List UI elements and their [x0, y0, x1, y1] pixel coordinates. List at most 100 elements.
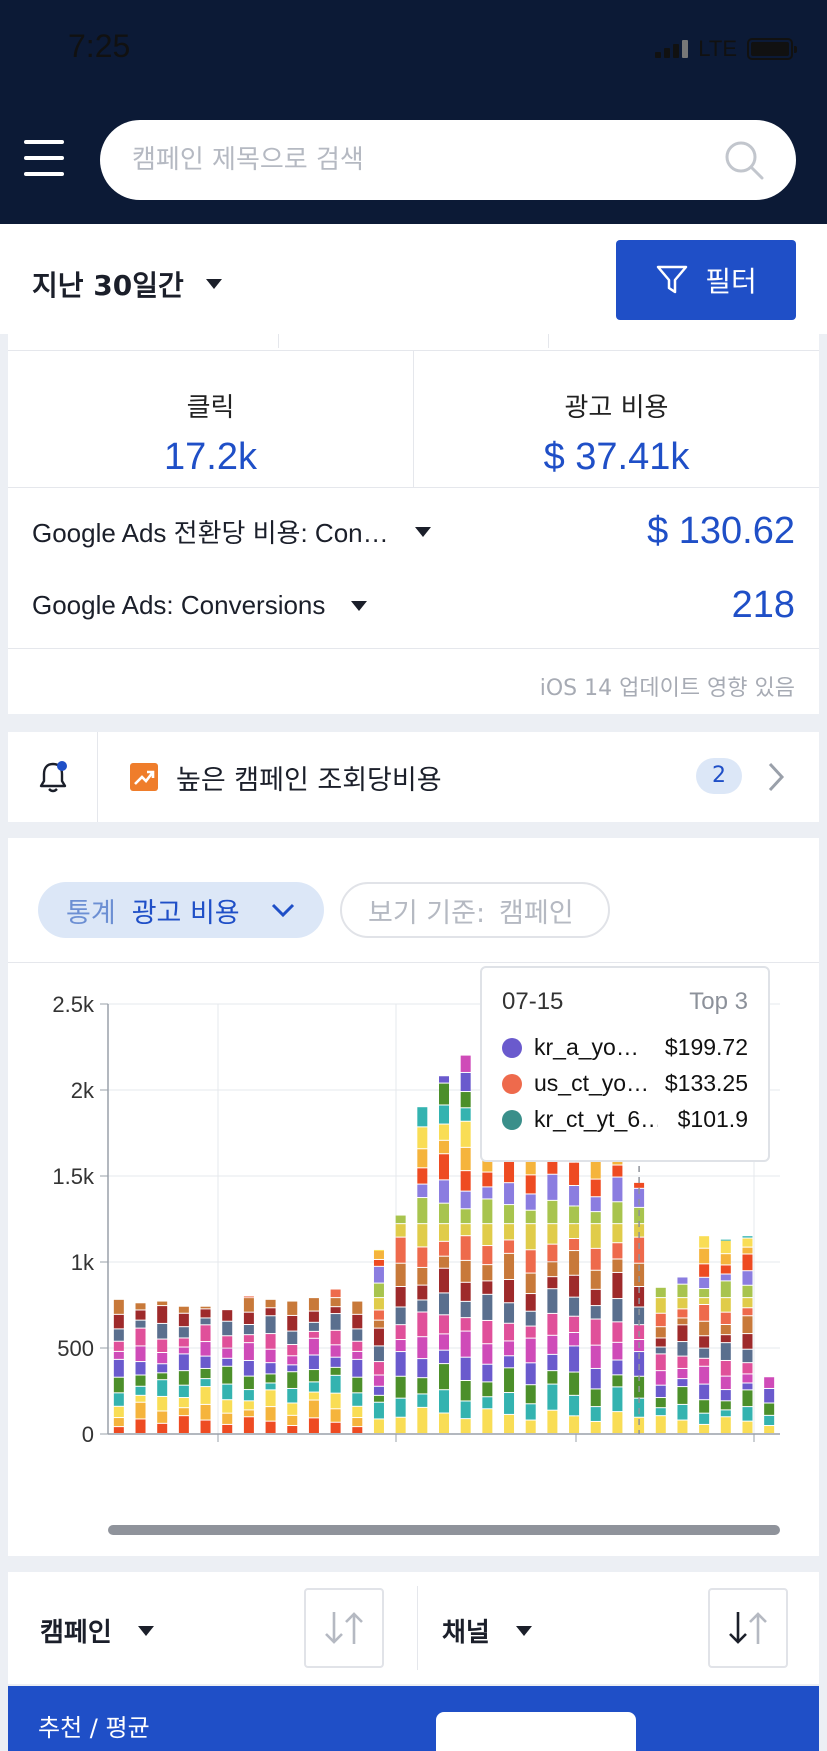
bar-segment [178, 1371, 189, 1385]
bar-segment [460, 1191, 471, 1209]
bar-segment [569, 1332, 580, 1346]
notification-button[interactable] [8, 732, 98, 822]
view-by-dropdown[interactable]: 보기 기준: 캠페인 [340, 882, 610, 938]
bar-segment [373, 1298, 384, 1310]
bar-segment [655, 1313, 666, 1327]
bar-segment [417, 1149, 428, 1168]
bar-segment [308, 1355, 319, 1370]
campaign-column-dropdown[interactable]: 캠페인 [40, 1612, 154, 1649]
y-tick-label: 1.5k [52, 1164, 95, 1189]
bar-segment [373, 1328, 384, 1346]
bar-segment [590, 1421, 601, 1433]
bar-segment [742, 1421, 753, 1433]
bar-segment [287, 1315, 298, 1331]
bar-segment [178, 1327, 189, 1338]
stat-dropdown[interactable]: 통계 광고 비용 [38, 882, 324, 938]
bar-segment [287, 1356, 298, 1365]
bar-segment [590, 1197, 601, 1212]
bar-segment [699, 1336, 710, 1348]
search-icon[interactable] [722, 138, 766, 182]
chevron-right-icon[interactable] [766, 760, 786, 794]
bar-segment [373, 1266, 384, 1283]
bar-segment [699, 1277, 710, 1289]
tooltip-row-value: $199.72 [664, 1034, 748, 1060]
bar-segment [677, 1284, 688, 1298]
bar-segment [655, 1416, 666, 1433]
metric-value: 17.2k [164, 436, 257, 478]
bar-segment [395, 1417, 406, 1433]
metric-label: 클릭 [186, 393, 235, 423]
bar-segment [590, 1248, 601, 1270]
bar-segment [222, 1400, 233, 1413]
search-bar[interactable] [100, 120, 796, 200]
bar-segment [547, 1161, 558, 1174]
bar-segment [265, 1383, 276, 1390]
bar-segment [243, 1312, 254, 1325]
bar-segment [720, 1390, 731, 1401]
bar-segment [113, 1393, 124, 1406]
metric-spend[interactable]: 광고 비용 $ 37.41k [414, 350, 819, 488]
sort-button[interactable] [304, 1588, 384, 1668]
bar-segment [525, 1273, 536, 1294]
bar-segment [742, 1363, 753, 1374]
bar-segment [612, 1177, 623, 1202]
bar-segment [525, 1338, 536, 1363]
bar-segment [655, 1408, 666, 1416]
sort-button[interactable] [708, 1588, 788, 1668]
kpi-dropdown[interactable]: Google Ads 전환당 비용: Con… [32, 513, 431, 550]
column-label: 채널 [442, 1618, 490, 1648]
bar-segment [178, 1313, 189, 1327]
metric-clicks[interactable]: 클릭 17.2k [8, 350, 414, 488]
tooltip-row-value: $133.25 [664, 1070, 748, 1096]
bar-segment [308, 1331, 319, 1338]
network-label: LTE [698, 36, 737, 61]
bar-segment [439, 1256, 449, 1268]
bar-segment [699, 1400, 710, 1413]
bar-segment [439, 1350, 449, 1364]
filter-button[interactable]: 필터 [616, 240, 796, 320]
bar-segment [720, 1360, 731, 1376]
bar-segment [569, 1395, 580, 1416]
bar-segment [590, 1389, 601, 1407]
bar-segment [634, 1182, 645, 1188]
bar-segment [157, 1373, 168, 1380]
app-header: 7:25 LTE [0, 0, 827, 224]
recommendation-tab[interactable] [436, 1712, 636, 1751]
recommendation-bar[interactable]: 추천 / 평균 [8, 1686, 819, 1751]
divider [278, 334, 279, 348]
bar-segment [720, 1376, 731, 1390]
bar-segment [265, 1407, 276, 1421]
sort-arrows-icon [325, 1612, 363, 1644]
bar-segment [655, 1398, 666, 1408]
bar-segment [504, 1279, 515, 1303]
hamburger-menu-icon[interactable] [24, 140, 64, 176]
kpi-dropdown[interactable]: Google Ads: Conversions [32, 590, 368, 621]
tooltip-row-name: kr_a_yo… [534, 1034, 639, 1060]
bar-segment [135, 1346, 146, 1362]
channel-column-dropdown[interactable]: 채널 [442, 1612, 532, 1649]
bar-segment [590, 1306, 601, 1319]
bar-segment [373, 1346, 384, 1362]
alert-card[interactable]: 높은 캠페인 조회당비용 2 [8, 732, 819, 822]
bar-segment [525, 1224, 536, 1250]
bar-segment [547, 1262, 558, 1277]
bar-segment [439, 1224, 449, 1241]
bar-segment [287, 1301, 298, 1315]
bar-segment [178, 1385, 189, 1398]
bar-segment [200, 1325, 211, 1342]
bar-segment [373, 1310, 384, 1320]
bar-segment [742, 1247, 753, 1254]
bar-segment [135, 1375, 146, 1386]
period-dropdown[interactable]: 지난 30일간 [32, 264, 222, 304]
search-input[interactable] [132, 140, 692, 180]
bar-segment [157, 1380, 168, 1396]
bar-segment [373, 1395, 384, 1402]
bar-segment [417, 1407, 428, 1433]
chart-scrollbar[interactable] [108, 1525, 780, 1535]
divider [417, 1586, 418, 1670]
caret-down-icon [137, 1625, 154, 1636]
bar-segment [157, 1423, 168, 1433]
bar-segment [439, 1293, 449, 1315]
bar-segment [590, 1270, 601, 1289]
bar-segment [742, 1271, 753, 1285]
